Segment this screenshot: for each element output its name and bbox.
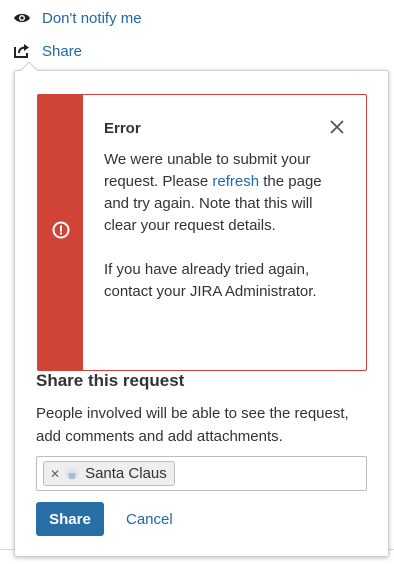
- close-icon[interactable]: [329, 119, 345, 135]
- dont-notify-label: Don't notify me: [42, 9, 142, 27]
- share-label: Share: [42, 42, 83, 60]
- cancel-link[interactable]: Cancel: [126, 511, 173, 528]
- error-message: We were unable to submit your request. P…: [104, 149, 344, 325]
- share-dialog: Error We were unable to submit your requ…: [14, 70, 389, 557]
- remove-icon[interactable]: ✕: [50, 467, 60, 481]
- user-chip-label: Santa Claus: [85, 465, 167, 482]
- avatar-icon: [65, 466, 80, 481]
- error-title: Error: [104, 120, 141, 137]
- share-description: People involved will be able to see the …: [36, 405, 349, 445]
- error-message-box: Error We were unable to submit your requ…: [37, 94, 367, 371]
- dont-notify-link[interactable]: Don't notify me: [13, 8, 142, 28]
- share-icon: [13, 42, 31, 60]
- user-chip: ✕ Santa Claus: [43, 461, 175, 486]
- share-button[interactable]: Share: [36, 502, 104, 536]
- share-heading: Share this request: [36, 371, 185, 390]
- eye-icon: [13, 9, 31, 27]
- error-text-3: If you have already tried again, contact…: [104, 261, 317, 300]
- refresh-link[interactable]: refresh: [212, 173, 259, 190]
- users-input[interactable]: ✕ Santa Claus: [36, 456, 367, 491]
- warning-circle-icon: [52, 221, 70, 244]
- share-link[interactable]: Share: [13, 41, 82, 61]
- error-strip: [38, 95, 83, 370]
